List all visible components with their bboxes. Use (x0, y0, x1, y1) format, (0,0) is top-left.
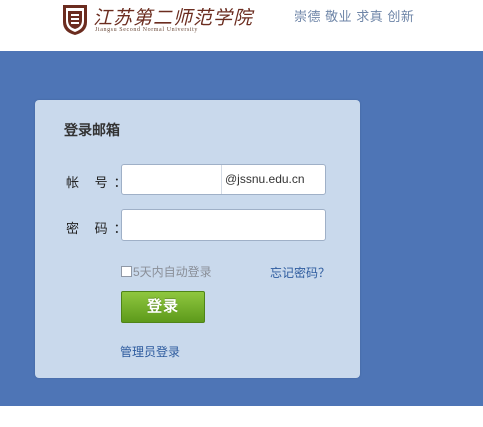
forgot-password-link[interactable]: 忘记密码？ (270, 264, 330, 281)
login-button[interactable]: 登录 (121, 291, 205, 323)
email-domain-suffix: @jssnu.edu.cn (221, 165, 325, 194)
password-input[interactable] (124, 212, 322, 237)
auto-login-checkbox[interactable] (121, 266, 132, 277)
school-motto: 崇德 敬业 求真 创新 (294, 9, 415, 24)
account-input[interactable] (124, 167, 222, 192)
university-emblem-icon (63, 5, 87, 35)
login-title: 登录邮箱 (64, 122, 120, 138)
password-field (121, 209, 326, 241)
header: 江苏第二师范学院 Jiangsu Second Normal Universit… (0, 0, 483, 51)
auto-login-option[interactable]: 5天内自动登录 (121, 263, 212, 280)
university-logo[interactable]: 江苏第二师范学院 Jiangsu Second Normal Universit… (61, 2, 252, 36)
school-name-cn: 江苏第二师范学院 (93, 7, 254, 29)
school-name-en: Jiangsu Second Normal University (95, 27, 199, 33)
auto-login-label: 5天内自动登录 (133, 265, 212, 279)
admin-login-link[interactable]: 管理员登录 (120, 343, 180, 360)
account-field: @jssnu.edu.cn (121, 164, 326, 195)
login-panel: 登录邮箱 帐 号： @jssnu.edu.cn 密 码： 5天内自动登录 忘记密… (35, 100, 360, 378)
